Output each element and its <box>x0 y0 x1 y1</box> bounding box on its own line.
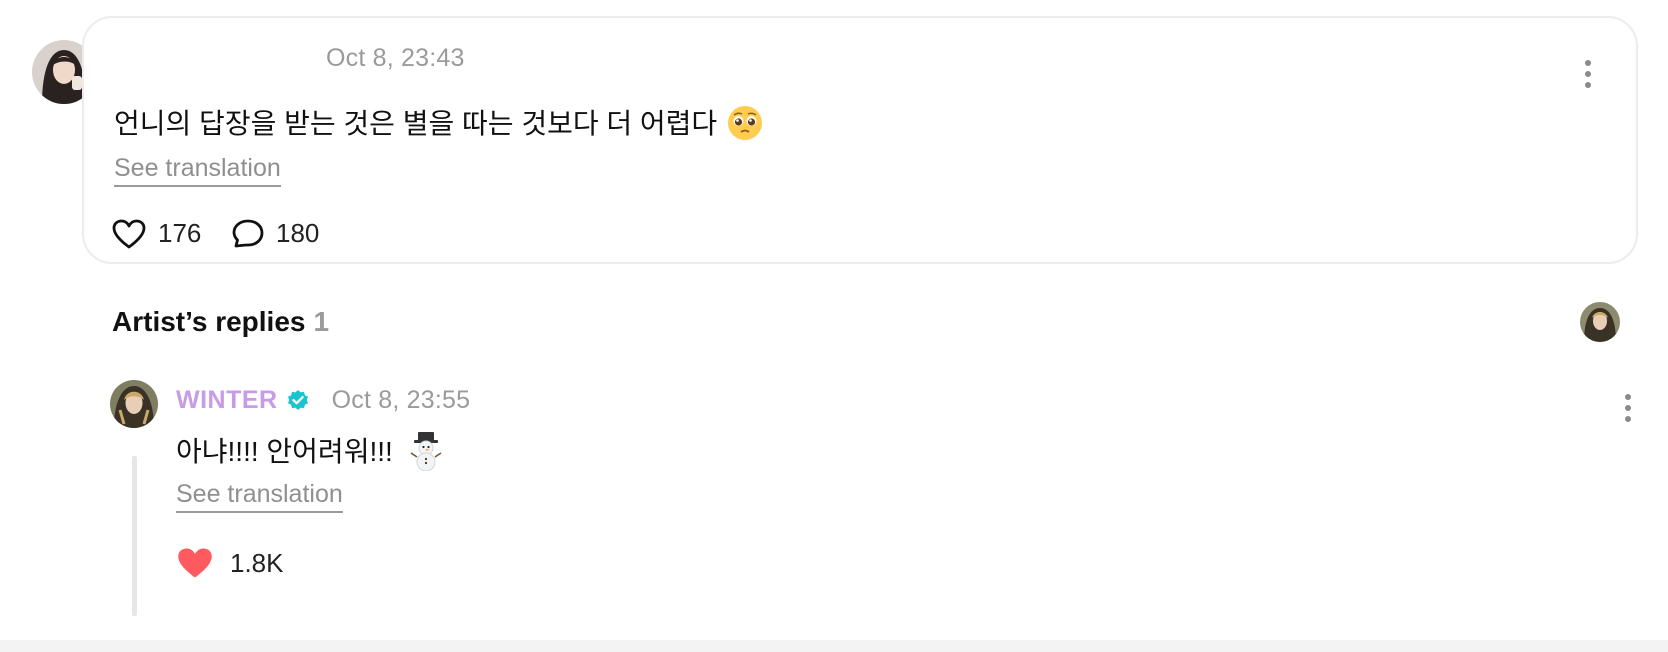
reply-text: 아냐!!!! 안어려워!!! <box>176 430 443 471</box>
artist-replies-title: Artist’s replies <box>112 306 306 337</box>
comment-card: Oct 8, 23:43 언니의 답장을 받는 것은 별을 따는 것보다 더 어… <box>82 16 1638 264</box>
more-options-icon[interactable] <box>1578 56 1598 92</box>
comment-thread: Oct 8, 23:43 언니의 답장을 받는 것은 별을 따는 것보다 더 어… <box>0 0 1668 652</box>
speech-bubble-icon <box>232 219 264 247</box>
pleading-face-icon <box>727 106 762 140</box>
artist-name[interactable]: WINTER <box>176 386 278 415</box>
like-count: 176 <box>158 218 202 248</box>
snowman-icon <box>410 432 442 471</box>
like-button[interactable]: 176 <box>112 218 201 249</box>
reply-like-count: 1.8K <box>230 547 284 578</box>
comment-count: 180 <box>276 218 320 248</box>
reply-timestamp: Oct 8, 23:55 <box>331 386 471 414</box>
artist-avatar-small[interactable] <box>1580 302 1620 342</box>
thread-line <box>132 456 137 616</box>
reply-see-translation-link[interactable]: See translation <box>176 480 343 513</box>
artist-avatar[interactable] <box>110 380 158 428</box>
heart-filled-icon <box>178 548 212 578</box>
comment-timestamp: Oct 8, 23:43 <box>326 44 465 72</box>
reply-like-button[interactable]: 1.8K <box>176 546 284 580</box>
verified-badge-icon <box>287 389 308 410</box>
comment-text-content: 언니의 답장을 받는 것은 별을 따는 것보다 더 어렵다 <box>114 108 718 139</box>
comment-button[interactable]: 180 <box>232 218 319 249</box>
see-translation-link[interactable]: See translation <box>114 154 281 187</box>
reply-text-content: 아냐!!!! 안어려워!!! <box>176 436 393 467</box>
bottom-divider <box>0 640 1668 652</box>
reply-header: WINTER Oct 8, 23:55 <box>176 386 470 415</box>
reply-more-options-icon[interactable] <box>1618 390 1638 426</box>
artist-replies-count: 1 <box>313 306 330 337</box>
heart-outline-icon <box>112 219 146 248</box>
comment-text: 언니의 답장을 받는 것은 별을 따는 것보다 더 어렵다 <box>114 102 763 142</box>
artist-replies-heading: Artist’s replies 1 <box>112 306 329 338</box>
